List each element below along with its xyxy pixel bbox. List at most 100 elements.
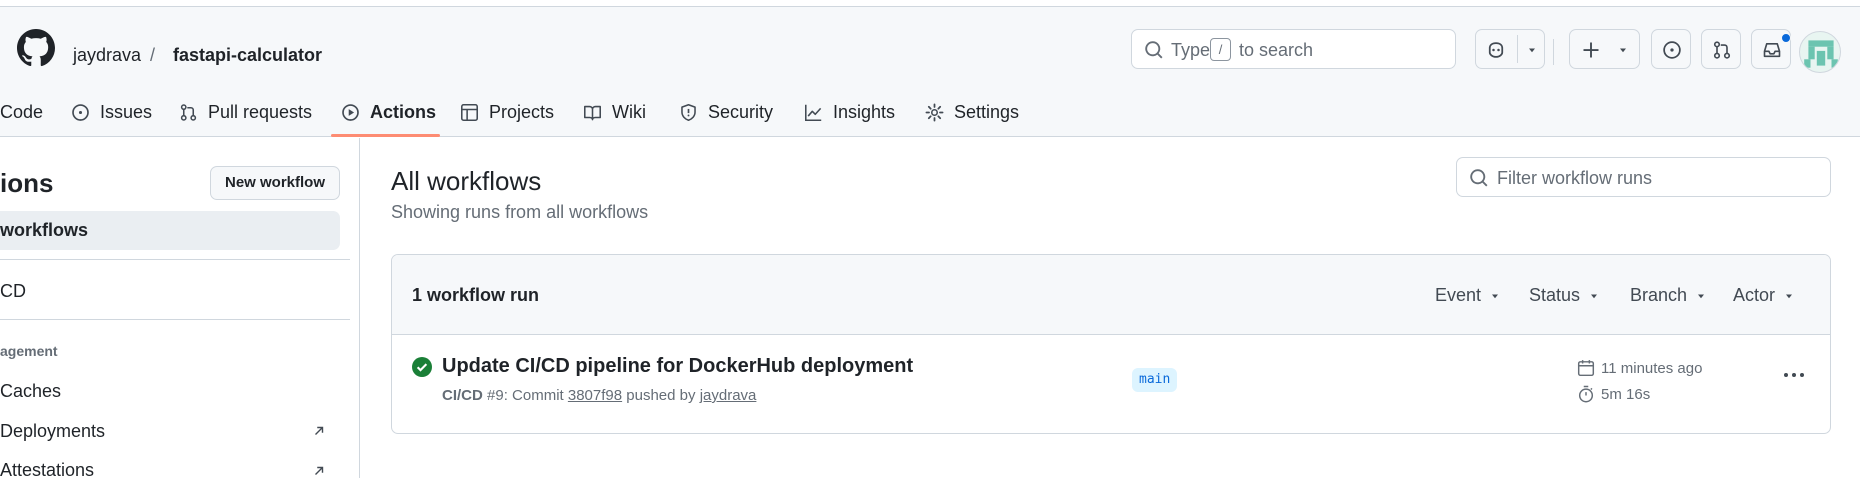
run-duration-value: 5m 16s [1601, 385, 1651, 403]
search-suffix: to search [1239, 40, 1314, 60]
sidebar-item-workflow[interactable]: CD [0, 281, 26, 302]
chevron-down-icon [1786, 294, 1793, 298]
run-timestamp: 11 minutes ago [1577, 359, 1702, 377]
tab-label: Security [708, 101, 774, 122]
search-icon [1145, 41, 1163, 59]
chevron-down-icon [1698, 294, 1705, 298]
tab-label: Insights [833, 101, 896, 122]
tab-label: Settings [954, 101, 1020, 122]
user-avatar[interactable] [1799, 31, 1841, 73]
copilot-icon [1488, 42, 1504, 58]
header-divider [1553, 39, 1554, 65]
sidebar-section-heading: agement [0, 343, 58, 359]
tab-label: Code [0, 101, 44, 122]
issues-button[interactable] [1651, 29, 1691, 69]
chevron-down-icon [1492, 294, 1499, 298]
filter-event-dropdown[interactable]: Event [1435, 285, 1501, 306]
tab-label: Actions [370, 101, 437, 122]
run-workflow-name: CI/CD [442, 387, 483, 404]
new-workflow-button[interactable]: New workflow [210, 166, 340, 200]
repo-owner-link[interactable]: jaydrava [73, 45, 141, 66]
chevron-down-icon[interactable] [1526, 44, 1538, 56]
external-link-icon [315, 426, 324, 435]
runs-box-header: 1 workflow run Event Status Branch Actor [392, 255, 1830, 335]
sidebar-divider [0, 319, 350, 320]
git-pull-request-icon [1713, 41, 1731, 59]
filter-label: Event [1435, 285, 1482, 305]
book-icon [584, 105, 601, 120]
issue-opened-icon [1663, 41, 1681, 59]
tab-security[interactable]: Security [679, 88, 773, 136]
sidebar-item-caches[interactable]: Caches [0, 381, 61, 402]
issue-opened-icon [72, 103, 89, 121]
run-pushed-by: pushed by [626, 387, 696, 404]
tab-projects[interactable]: Projects [460, 88, 554, 136]
search-shortcut-key: / [1210, 38, 1231, 61]
sidebar-border [359, 138, 360, 478]
filter-label: Branch [1630, 285, 1688, 305]
filter-runs-input[interactable]: Filter workflow runs [1456, 157, 1831, 197]
tab-pull-requests[interactable]: Pull requests [179, 88, 312, 136]
run-actor-link[interactable]: jaydrava [700, 387, 757, 404]
chevron-down-icon [1591, 294, 1598, 298]
git-pull-request-icon [180, 103, 197, 121]
repo-name-link[interactable]: fastapi-calculator [173, 45, 322, 66]
branch-badge[interactable]: main [1132, 368, 1178, 392]
play-icon [342, 103, 359, 121]
page-subtitle: Showing runs from all workflows [391, 202, 649, 222]
sidebar-item-label: workflows [0, 220, 89, 240]
sidebar-divider [0, 259, 350, 260]
stopwatch-icon [1578, 385, 1594, 403]
copilot-button[interactable] [1475, 29, 1545, 69]
tab-label: Projects [489, 101, 555, 122]
create-new-button[interactable] [1569, 29, 1640, 69]
sidebar-item-deployments[interactable]: Deployments [0, 421, 105, 442]
gear-icon [925, 103, 944, 121]
external-link-icon [315, 466, 324, 475]
tab-settings[interactable]: Settings [925, 88, 1019, 136]
calendar-icon [1577, 360, 1595, 377]
search-icon [1470, 169, 1488, 187]
tab-wiki[interactable]: Wiki [583, 88, 646, 136]
notification-dot [1781, 33, 1791, 43]
filter-label: Actor [1733, 285, 1776, 305]
tab-issues[interactable]: Issues [71, 88, 152, 136]
tab-code[interactable]: Code [0, 88, 43, 136]
global-search-input[interactable]: Type / to search [1131, 29, 1456, 69]
chevron-down-icon [1620, 48, 1626, 53]
graph-icon [805, 104, 822, 121]
runs-count: 1 workflow run [412, 285, 540, 305]
breadcrumb-separator: / [150, 45, 156, 65]
table-icon [461, 103, 478, 121]
pull-requests-button[interactable] [1701, 29, 1741, 69]
tab-insights[interactable]: Insights [804, 88, 895, 136]
filter-actor-dropdown[interactable]: Actor [1733, 285, 1795, 306]
run-when: 11 minutes ago [1601, 359, 1703, 377]
run-commit-link[interactable]: 3807f98 [568, 387, 622, 404]
inbox-icon [1763, 42, 1781, 58]
tab-label: Pull requests [208, 101, 313, 122]
filter-branch-dropdown[interactable]: Branch [1630, 285, 1707, 306]
active-tab-indicator [331, 134, 440, 137]
run-meta: CI/CD #9: Commit 3807f98 pushed by jaydr… [442, 387, 756, 404]
run-title-link[interactable]: Update CI/CD pipeline for DockerHub depl… [442, 355, 913, 378]
github-logo-icon[interactable] [17, 29, 55, 67]
run-number: #9: Commit [487, 387, 564, 404]
page-title: All workflows [391, 166, 542, 196]
sidebar-title: ions [0, 168, 54, 198]
button-split [1517, 35, 1518, 63]
search-prefix: Type [1171, 40, 1211, 60]
browser-edge [0, 0, 1860, 7]
tab-actions[interactable]: Actions [341, 88, 436, 136]
check-circle-fill-icon [412, 357, 432, 377]
run-duration: 5m 16s [1577, 385, 1650, 403]
repo-tabs: Code Issues Pull requests Actions Projec… [0, 88, 1860, 138]
shield-icon [681, 103, 696, 121]
plus-icon [1583, 42, 1599, 58]
identicon-icon [1804, 40, 1838, 68]
filter-status-dropdown[interactable]: Status [1529, 285, 1600, 306]
workflow-run-row[interactable]: Update CI/CD pipeline for DockerHub depl… [392, 335, 1830, 433]
sidebar-item-all-workflows[interactable]: workflows [0, 211, 340, 250]
tab-label: Wiki [612, 101, 646, 122]
kebab-horizontal-icon[interactable] [1782, 369, 1806, 381]
